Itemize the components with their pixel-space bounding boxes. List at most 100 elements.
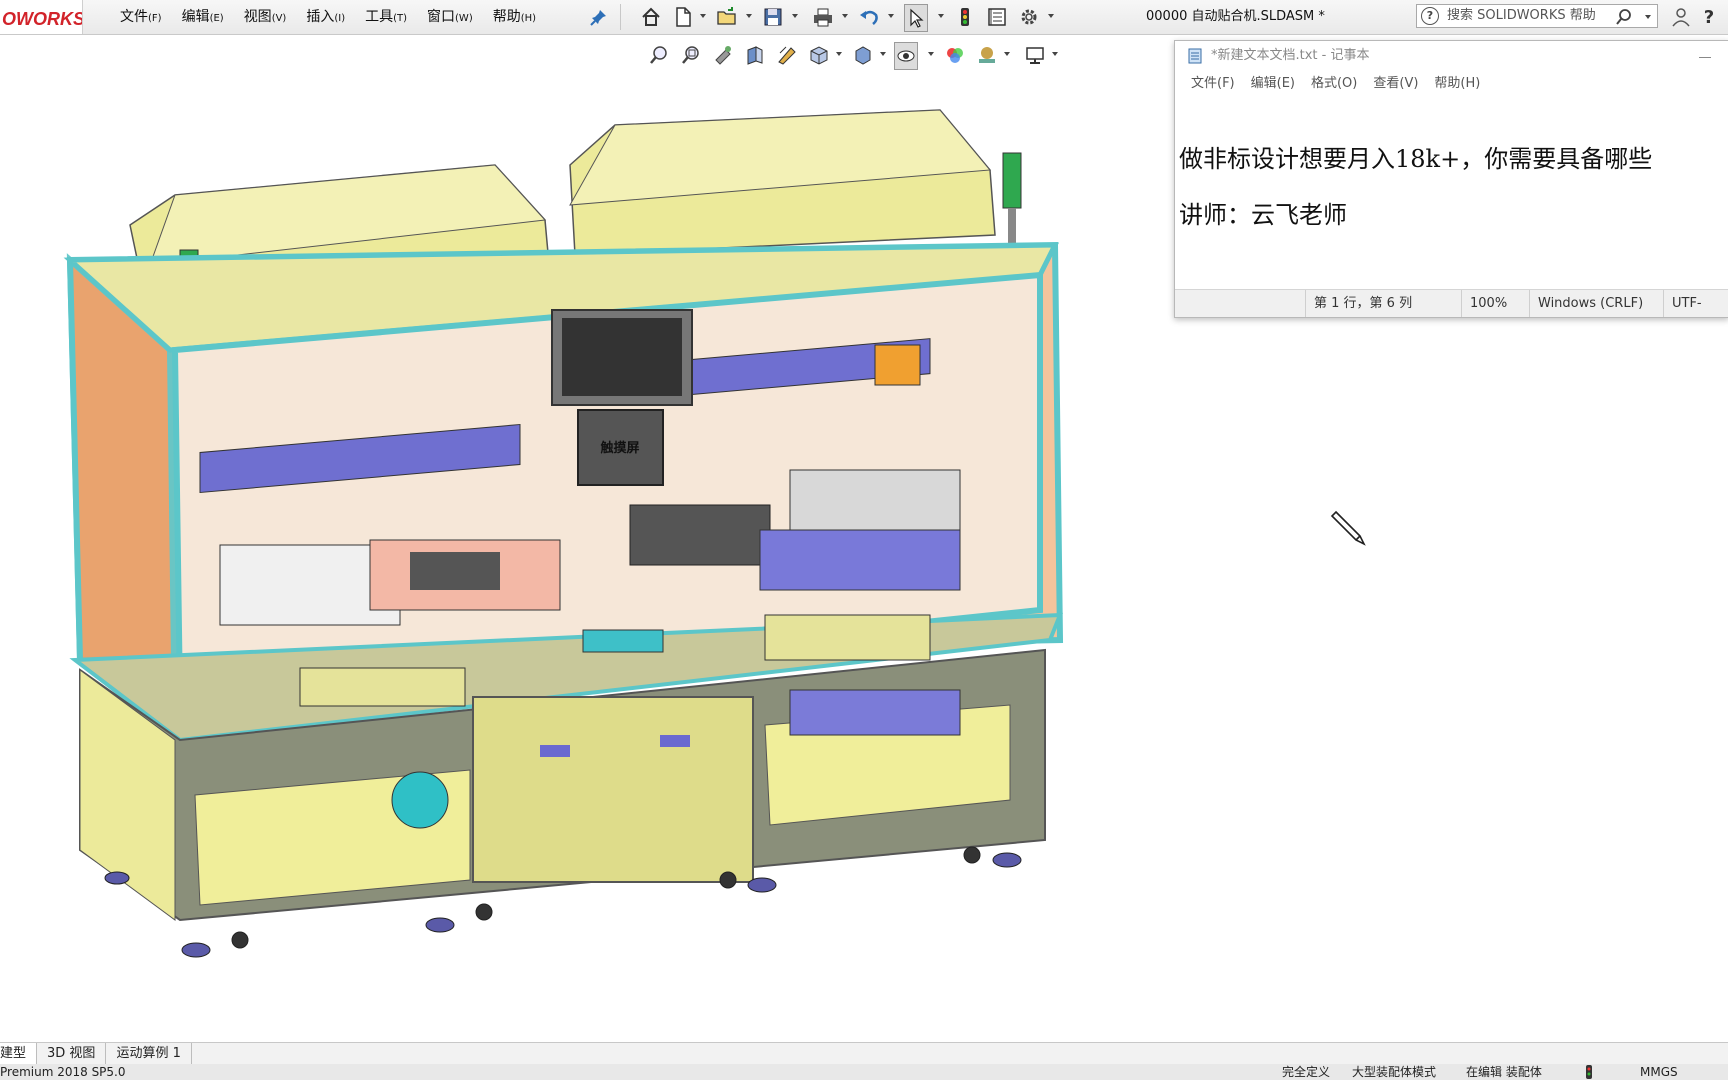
hide-show-items-icon[interactable] xyxy=(894,42,918,70)
cursor-position: 第 1 行，第 6 列 xyxy=(1305,290,1462,317)
search-input[interactable]: 搜索 SOLIDWORKS 帮助 xyxy=(1447,5,1596,27)
chevron-down-icon[interactable] xyxy=(880,52,886,56)
section-view-icon[interactable] xyxy=(744,44,766,66)
chevron-down-icon[interactable] xyxy=(746,14,752,18)
notepad-menu-edit[interactable]: 编辑(E) xyxy=(1243,71,1303,97)
open-folder-icon[interactable] xyxy=(716,6,738,28)
view-orientation-icon[interactable] xyxy=(808,44,830,66)
print-icon[interactable] xyxy=(812,6,834,28)
motor-teal xyxy=(391,771,449,829)
chevron-down-icon[interactable] xyxy=(836,52,842,56)
menu-view[interactable]: 视图(V) xyxy=(234,0,297,34)
chevron-down-icon[interactable] xyxy=(1048,14,1054,18)
notepad-menu-file[interactable]: 文件(F) xyxy=(1183,71,1243,97)
tab-motion-study[interactable]: 运动算例 1 xyxy=(106,1043,192,1065)
graphics-area[interactable]: 触摸屏 xyxy=(0,72,1174,1042)
menu: 文件(F) 编辑(E) 视图(V) 插入(I) 工具(T) 窗口(W) 帮助(H… xyxy=(110,0,546,34)
version-text: Premium 2018 SP5.0 xyxy=(0,1065,126,1079)
main-menu-bar: OWORKS 文件(F) 编辑(E) 视图(V) 插入(I) 工具(T) 窗口(… xyxy=(0,0,1728,35)
toolbar-separator xyxy=(620,4,621,30)
pin-menu-icon[interactable] xyxy=(590,8,608,26)
menu-help[interactable]: 帮助(H) xyxy=(483,0,546,34)
work-plate-right xyxy=(789,469,961,531)
definition-state: 完全定义 xyxy=(1282,1065,1331,1079)
tab-model[interactable]: 建型 xyxy=(0,1043,38,1065)
large-assembly-mode: 大型装配体模式 xyxy=(1352,1065,1437,1079)
statusbar: Premium 2018 SP5.0 完全定义 大型装配体模式 在编辑 装配体 … xyxy=(0,1064,1728,1080)
editing-state: 在编辑 装配体 xyxy=(1466,1065,1542,1079)
chevron-down-icon[interactable] xyxy=(1052,52,1058,56)
notepad-line-2: 讲师：云飞老师 xyxy=(1179,201,1347,229)
new-document-icon[interactable] xyxy=(672,6,694,28)
notepad-statusbar: 第 1 行，第 6 列 100% Windows (CRLF) UTF- xyxy=(1175,289,1728,317)
edit-appearance-icon[interactable] xyxy=(944,44,966,66)
notepad-titlebar[interactable]: *新建文本文档.txt - 记事本 xyxy=(1175,41,1728,71)
button-box-right xyxy=(764,614,931,661)
notepad-title: *新建文本文档.txt - 记事本 xyxy=(1211,48,1370,63)
chevron-down-icon[interactable] xyxy=(938,14,944,18)
monitor-screen xyxy=(562,318,682,396)
zoom-level: 100% xyxy=(1461,290,1530,317)
right-tower-light xyxy=(1002,152,1022,209)
notepad-icon xyxy=(1187,48,1203,64)
zoom-to-fit-icon[interactable] xyxy=(648,44,670,66)
previous-view-icon[interactable] xyxy=(712,44,734,66)
menu-edit[interactable]: 编辑(E) xyxy=(172,0,234,34)
menu-window[interactable]: 窗口(W) xyxy=(417,0,483,34)
bottom-tabs: 建型 3D 视图 运动算例 1 xyxy=(0,1042,1728,1065)
apply-scene-icon[interactable] xyxy=(976,44,998,66)
touch-screen-label: 触摸屏 xyxy=(599,440,639,456)
line-ending: Windows (CRLF) xyxy=(1529,290,1662,317)
chevron-down-icon[interactable] xyxy=(792,14,798,18)
pencil-cursor-icon xyxy=(1330,508,1370,552)
rebuild-status-icon[interactable] xyxy=(1584,1064,1594,1080)
right-tower-pole xyxy=(1008,208,1016,248)
save-icon[interactable] xyxy=(762,6,784,28)
notepad-menu: 文件(F) 编辑(E) 格式(O) 查看(V) 帮助(H) xyxy=(1175,71,1488,97)
document-title: 00000 自动贴合机.SLDASM * xyxy=(1146,9,1325,24)
tray-right xyxy=(629,504,771,566)
help-question-icon: ? xyxy=(1421,7,1439,25)
notepad-text-area[interactable]: 做非标设计想要月入18k+，你需要具备哪些 讲师：云飞老师 xyxy=(1175,97,1728,317)
menu-insert[interactable]: 插入(I) xyxy=(296,0,355,34)
blue-carriage-right xyxy=(759,529,961,591)
user-icon[interactable] xyxy=(1670,6,1692,28)
chevron-down-icon[interactable] xyxy=(888,14,894,18)
notepad-window[interactable]: *新建文本文档.txt - 记事本 文件(F) 编辑(E) 格式(O) 查看(V… xyxy=(1174,40,1728,318)
cabinet-vent-1 xyxy=(540,745,570,757)
file-properties-icon[interactable] xyxy=(986,6,1008,28)
traffic-light-icon[interactable] xyxy=(954,6,976,28)
chevron-down-icon[interactable] xyxy=(928,52,934,56)
blue-drive-unit xyxy=(789,689,961,736)
chevron-down-icon[interactable] xyxy=(700,14,706,18)
menu-file[interactable]: 文件(F) xyxy=(110,0,172,34)
button-box-left xyxy=(299,667,466,707)
chevron-down-icon[interactable] xyxy=(842,14,848,18)
dynamic-annotation-icon[interactable] xyxy=(776,44,798,66)
search-icon[interactable] xyxy=(1615,8,1633,30)
orange-bracket xyxy=(874,344,921,386)
notepad-line-1: 做非标设计想要月入18k+，你需要具备哪些 xyxy=(1179,145,1653,173)
select-cursor-icon[interactable] xyxy=(904,4,928,32)
notepad-menu-format[interactable]: 格式(O) xyxy=(1303,71,1365,97)
chevron-down-icon[interactable] xyxy=(1645,15,1651,19)
menu-tools[interactable]: 工具(T) xyxy=(355,0,417,34)
help-icon[interactable]: ? xyxy=(1698,6,1720,28)
display-style-icon[interactable] xyxy=(852,44,874,66)
undo-icon[interactable] xyxy=(858,6,880,28)
chevron-down-icon[interactable] xyxy=(1004,52,1010,56)
teal-block xyxy=(582,629,664,653)
units-selector[interactable]: MMGS xyxy=(1640,1064,1678,1080)
view-settings-icon[interactable] xyxy=(1024,44,1046,66)
zoom-area-icon[interactable] xyxy=(680,44,702,66)
notepad-menu-view[interactable]: 查看(V) xyxy=(1365,71,1426,97)
tab-3d-view[interactable]: 3D 视图 xyxy=(37,1043,107,1065)
encoding: UTF- xyxy=(1663,290,1728,317)
minimize-button[interactable] xyxy=(1699,57,1711,58)
notepad-menu-help[interactable]: 帮助(H) xyxy=(1426,71,1488,97)
solidworks-logo[interactable]: OWORKS xyxy=(0,0,83,34)
options-gear-icon[interactable] xyxy=(1018,6,1040,28)
help-search-box[interactable]: ? 搜索 SOLIDWORKS 帮助 xyxy=(1416,4,1658,28)
assembly-model[interactable]: 触摸屏 xyxy=(0,72,1174,1042)
home-icon[interactable] xyxy=(640,6,662,28)
